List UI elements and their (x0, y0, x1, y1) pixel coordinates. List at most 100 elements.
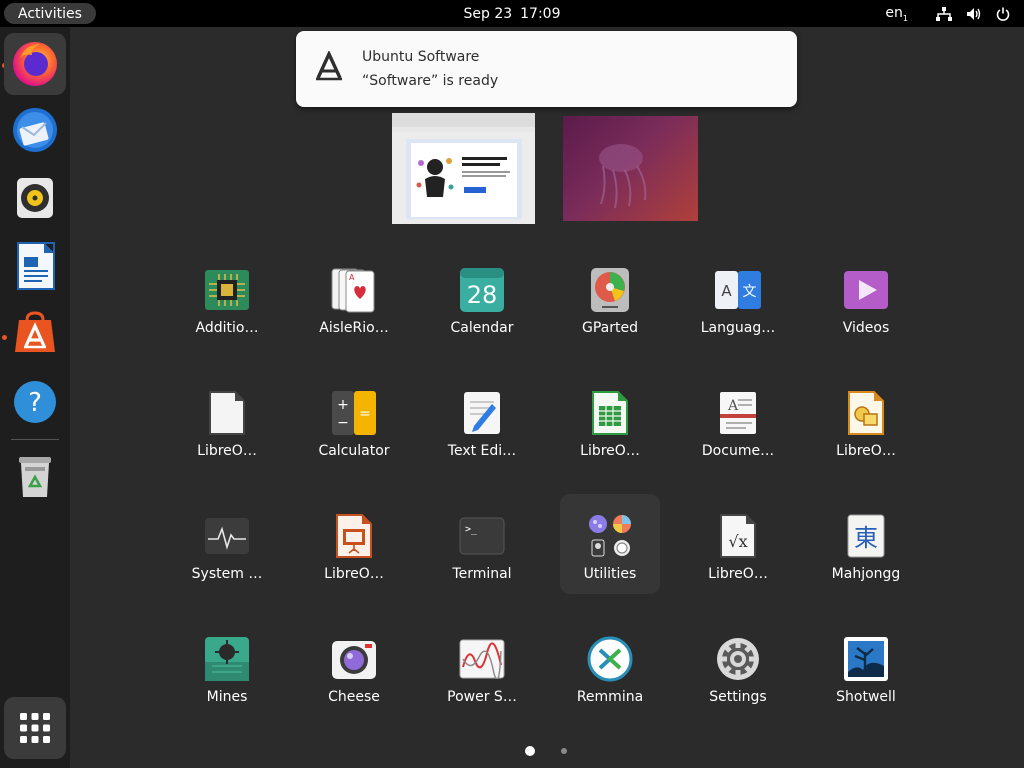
app-terminal[interactable]: >_ Terminal (432, 494, 532, 594)
software-icon (15, 311, 55, 352)
dock-libreoffice-writer[interactable] (4, 235, 66, 297)
page-indicator-1[interactable] (525, 746, 535, 756)
dock-separator (11, 439, 59, 440)
draw-icon (848, 391, 884, 435)
svg-text:=: = (359, 406, 371, 422)
top-bar: Activities Sep 23 17:09 en1 (0, 0, 1024, 27)
app-label: Mines (206, 689, 248, 705)
app-system-monitor[interactable]: System … (177, 494, 277, 594)
app-aisleriot[interactable]: A AisleRio… (304, 248, 404, 348)
writer-icon (17, 242, 55, 290)
app-gparted[interactable]: GParted (560, 248, 660, 348)
activities-button[interactable]: Activities (4, 3, 96, 24)
calculator-icon: + − = (332, 391, 376, 435)
input-source-indicator[interactable]: en1 (885, 5, 908, 23)
app-libreoffice[interactable]: LibreO… (177, 371, 277, 471)
calc-icon (592, 391, 628, 435)
app-power-statistics[interactable]: Power S… (432, 617, 532, 717)
app-label: Settings (709, 689, 767, 705)
dock-firefox[interactable] (4, 33, 66, 95)
app-label: Cheese (328, 689, 380, 705)
app-videos[interactable]: Videos (816, 248, 916, 348)
remmina-icon (587, 636, 633, 682)
software-icon (314, 49, 344, 85)
dock-rhythmbox[interactable] (4, 167, 66, 229)
clock-date[interactable]: Sep 23 (463, 6, 512, 22)
clock-time[interactable]: 17:09 (520, 6, 560, 22)
disk-icon (591, 268, 629, 312)
notification-banner[interactable]: Ubuntu Software “Software” is ready (296, 31, 797, 107)
rhythmbox-icon (17, 178, 53, 218)
terminal-icon: >_ (459, 517, 505, 555)
app-mines[interactable]: Mines (177, 617, 277, 717)
app-label: AisleRio… (319, 320, 389, 336)
svg-text:A: A (727, 398, 739, 414)
svg-text:東: 東 (854, 524, 878, 552)
dock: ? (0, 27, 70, 768)
thunderbird-icon (13, 108, 57, 152)
app-label: GParted (582, 320, 638, 336)
app-text-editor[interactable]: Text Edi… (432, 371, 532, 471)
app-settings[interactable]: Settings (688, 617, 788, 717)
power-stats-icon (459, 639, 505, 679)
dock-ubuntu-software[interactable] (4, 303, 66, 365)
cards-icon: A (331, 268, 375, 313)
chip-icon (205, 270, 249, 310)
app-label: Additio… (195, 320, 259, 336)
dock-trash[interactable] (4, 445, 66, 507)
svg-text:+: + (337, 397, 349, 413)
settings-icon (717, 638, 759, 680)
app-cheese[interactable]: Cheese (304, 617, 404, 717)
grid-icon (20, 713, 50, 743)
app-mahjongg[interactable]: 東 Mahjongg (816, 494, 916, 594)
svg-text:?: ? (28, 388, 42, 418)
shotwell-icon (844, 637, 888, 681)
network-icon[interactable] (936, 6, 952, 21)
svg-text:√x: √x (728, 532, 747, 551)
power-icon[interactable] (996, 7, 1010, 21)
app-document-viewer[interactable]: A Docume… (688, 371, 788, 471)
dock-help[interactable]: ? (4, 371, 66, 433)
svg-text:−: − (337, 415, 349, 431)
app-libreoffice-math[interactable]: √x LibreO… (688, 494, 788, 594)
video-icon (844, 271, 888, 309)
libreoffice-icon (209, 391, 245, 435)
volume-icon[interactable] (966, 7, 982, 21)
app-label: System … (191, 566, 263, 582)
app-libreoffice-calc[interactable]: LibreO… (560, 371, 660, 471)
app-label: LibreO… (197, 443, 257, 459)
app-calendar[interactable]: 28 Calendar (432, 248, 532, 348)
app-libreoffice-impress[interactable]: LibreO… (304, 494, 404, 594)
app-shotwell[interactable]: Shotwell (816, 617, 916, 717)
dock-show-apps[interactable] (4, 697, 66, 759)
app-language-support[interactable]: A 文 Languag… (688, 248, 788, 348)
math-icon: √x (720, 514, 756, 558)
app-label: Languag… (700, 320, 776, 336)
workspace-thumbnail-2[interactable] (563, 116, 698, 221)
document-viewer-icon: A (720, 392, 756, 434)
svg-text:A: A (349, 273, 355, 282)
app-label: Videos (842, 320, 890, 336)
mines-icon (205, 637, 249, 681)
app-label: Calculator (318, 443, 390, 459)
app-remmina[interactable]: Remmina (560, 617, 660, 717)
clock[interactable]: Sep 23 17:09 (0, 0, 1024, 27)
app-folder-utilities[interactable]: Utilities (560, 494, 660, 594)
page-indicator-2[interactable] (561, 748, 567, 754)
app-label: Terminal (452, 566, 512, 582)
mahjongg-icon: 東 (847, 514, 885, 558)
system-tray[interactable]: en1 (885, 0, 1010, 27)
notification-title: Ubuntu Software (362, 49, 480, 65)
svg-text:A: A (721, 282, 732, 300)
system-monitor-icon (205, 518, 249, 554)
app-libreoffice-draw[interactable]: LibreO… (816, 371, 916, 471)
input-source-label: en (885, 4, 903, 21)
app-calculator[interactable]: + − = Calculator (304, 371, 404, 471)
workspace-thumbnail-1[interactable] (392, 113, 535, 224)
impress-icon (336, 514, 372, 558)
app-additional-drivers[interactable]: Additio… (177, 248, 277, 348)
app-label: LibreO… (580, 443, 640, 459)
app-label: Docume… (701, 443, 775, 459)
dock-thunderbird[interactable] (4, 99, 66, 161)
app-label: Power S… (447, 689, 517, 705)
